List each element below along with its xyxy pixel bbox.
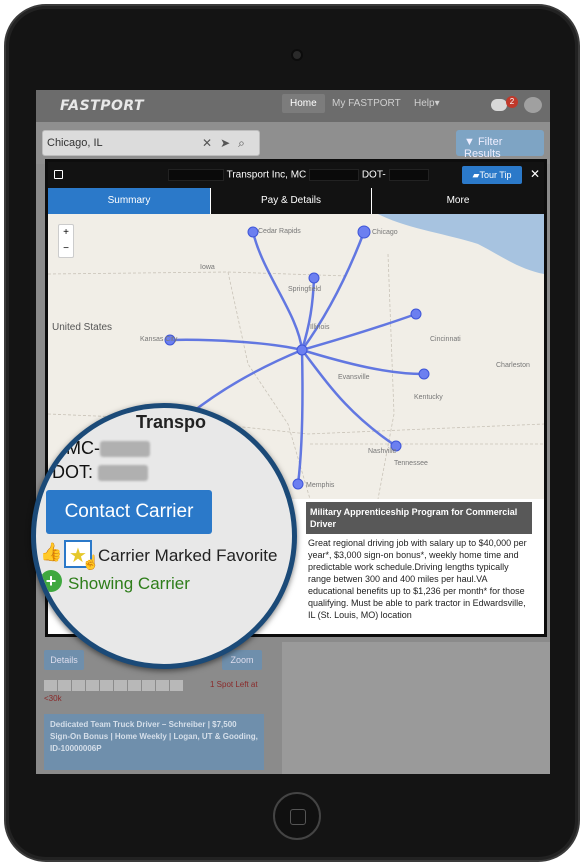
dot-number: DOT: — [52, 462, 149, 483]
map-label: Iowa — [200, 264, 215, 271]
clear-icon[interactable]: ✕ — [202, 136, 212, 150]
search-bar: Chicago, IL ✕ ➤ ⌕ ▼ Filter Results — [36, 122, 550, 164]
map-label: Illinois — [310, 324, 330, 331]
zoom-out-button[interactable]: − — [59, 241, 73, 257]
route-indianapolis — [300, 312, 418, 352]
map-label: Chicago — [372, 229, 398, 236]
thumbs-up-icon[interactable]: 👍 — [40, 542, 62, 563]
showing-carrier-status: Showing Carrier — [68, 574, 190, 593]
help-label: Help — [414, 98, 435, 109]
favorite-status: Carrier Marked Favorite — [98, 546, 278, 565]
job-title[interactable]: Military Apprenticeship Program for Comm… — [306, 502, 532, 534]
job-description: Great regional driving job with salary u… — [308, 538, 527, 620]
redacted-name — [168, 169, 224, 181]
spot-left-text: 1 Spot Left at — [210, 680, 258, 689]
route-cincinnati — [300, 348, 426, 376]
dot-label: DOT: — [52, 462, 94, 482]
job-summary: Military Apprenticeship Program for Comm… — [306, 502, 532, 632]
map-label: Cincinnati — [430, 336, 461, 343]
map-label: Evansville — [338, 374, 370, 381]
map-label: Kentucky — [414, 394, 443, 401]
feature-icon — [142, 680, 155, 691]
feature-icon — [86, 680, 99, 691]
job-link[interactable]: Dedicated Team Truck Driver – Schreiber … — [44, 714, 264, 770]
dot-label: DOT- — [361, 169, 386, 181]
map-marker[interactable] — [247, 226, 259, 238]
tab-pay-details[interactable]: Pay & Details — [211, 188, 371, 214]
map-label: United States — [52, 322, 113, 333]
tour-tip-label: Tour Tip — [479, 170, 512, 180]
spot-left-threshold: <30k — [44, 694, 62, 703]
carrier-title-text: Transport Inc, MC — [226, 169, 307, 181]
redacted-dot — [98, 465, 149, 482]
location-arrow-icon[interactable]: ➤ — [220, 136, 230, 150]
camera-icon — [291, 49, 303, 61]
filter-results-button[interactable]: ▼ Filter Results — [456, 130, 544, 160]
avatar[interactable] — [524, 97, 542, 113]
home-button[interactable] — [273, 792, 321, 840]
redacted-mc — [309, 169, 360, 181]
mc-label: MC- — [66, 438, 100, 458]
hand-cursor-icon: ☝ — [82, 554, 100, 570]
nav-tab-my-fastport[interactable]: My FASTPORT — [332, 98, 401, 109]
tab-summary[interactable]: Summary — [48, 188, 210, 214]
route-memphis — [296, 348, 304, 486]
lake-michigan — [378, 214, 544, 274]
redacted-dot — [388, 169, 429, 181]
close-icon[interactable]: ✕ — [530, 167, 540, 181]
tab-more[interactable]: More — [372, 188, 544, 214]
map-label: Springfield — [288, 286, 322, 293]
zoom-in-button[interactable]: + — [59, 225, 73, 241]
mc-number: MC- — [66, 438, 150, 459]
map-label: Cedar Rapids — [258, 228, 301, 235]
map-marker[interactable] — [296, 344, 308, 356]
filter-icon: ▼ — [464, 136, 478, 148]
top-nav: FASTPORT Home My FASTPORT Help▾ 2 — [36, 90, 550, 122]
plus-icon[interactable]: + — [40, 570, 62, 592]
feature-icon — [170, 680, 183, 691]
logo[interactable]: FASTPORT — [60, 98, 144, 114]
map-marker[interactable] — [357, 225, 371, 239]
state-border — [48, 271, 349, 277]
modal-header: Transport Inc, MC DOT- ▰Tour Tip ✕ — [48, 162, 544, 188]
map-label: Memphis — [306, 482, 335, 489]
map-label: Nashville — [368, 448, 397, 455]
contact-carrier-button[interactable]: Contact Carrier — [46, 490, 212, 534]
carrier-name-partial: Transpo — [136, 412, 207, 432]
nav-tab-help[interactable]: Help▾ — [414, 98, 440, 109]
feature-icon — [58, 680, 71, 691]
notification-badge: 2 — [506, 96, 518, 108]
feature-icon — [114, 680, 127, 691]
carrier-title: Transport Inc, MC DOT- — [168, 169, 429, 181]
feature-icon — [44, 680, 57, 691]
magnifier-callout: Transpo MC- DOT: Contact Carrier 👍 ★ ☝ C… — [31, 403, 297, 669]
map-zoom-control: + − — [58, 224, 74, 258]
nav-tab-home[interactable]: Home — [282, 94, 325, 113]
map-marker[interactable] — [292, 478, 304, 490]
map-label: Charleston — [496, 362, 530, 369]
feature-icon — [128, 680, 141, 691]
modal-tabs: Summary Pay & Details More — [48, 188, 544, 214]
map-marker[interactable] — [418, 368, 430, 380]
route-kansas-city — [168, 338, 304, 352]
feature-icon — [72, 680, 85, 691]
tour-tip-button[interactable]: ▰Tour Tip — [462, 166, 522, 184]
caret-icon: ▾ — [434, 98, 440, 109]
map-marker[interactable] — [410, 308, 422, 320]
map-label: Kansas City — [140, 336, 178, 343]
background-map — [282, 642, 550, 774]
search-icon[interactable]: ⌕ — [238, 136, 245, 150]
route-southwest — [188, 348, 304, 416]
feature-icon — [100, 680, 113, 691]
feature-icon — [156, 680, 169, 691]
map-marker[interactable] — [308, 272, 320, 284]
state-border — [377, 253, 395, 499]
redacted-mc — [100, 441, 150, 458]
chat-icon[interactable] — [491, 99, 507, 111]
map-label: Tennessee — [394, 460, 428, 467]
save-icon[interactable] — [54, 170, 63, 179]
